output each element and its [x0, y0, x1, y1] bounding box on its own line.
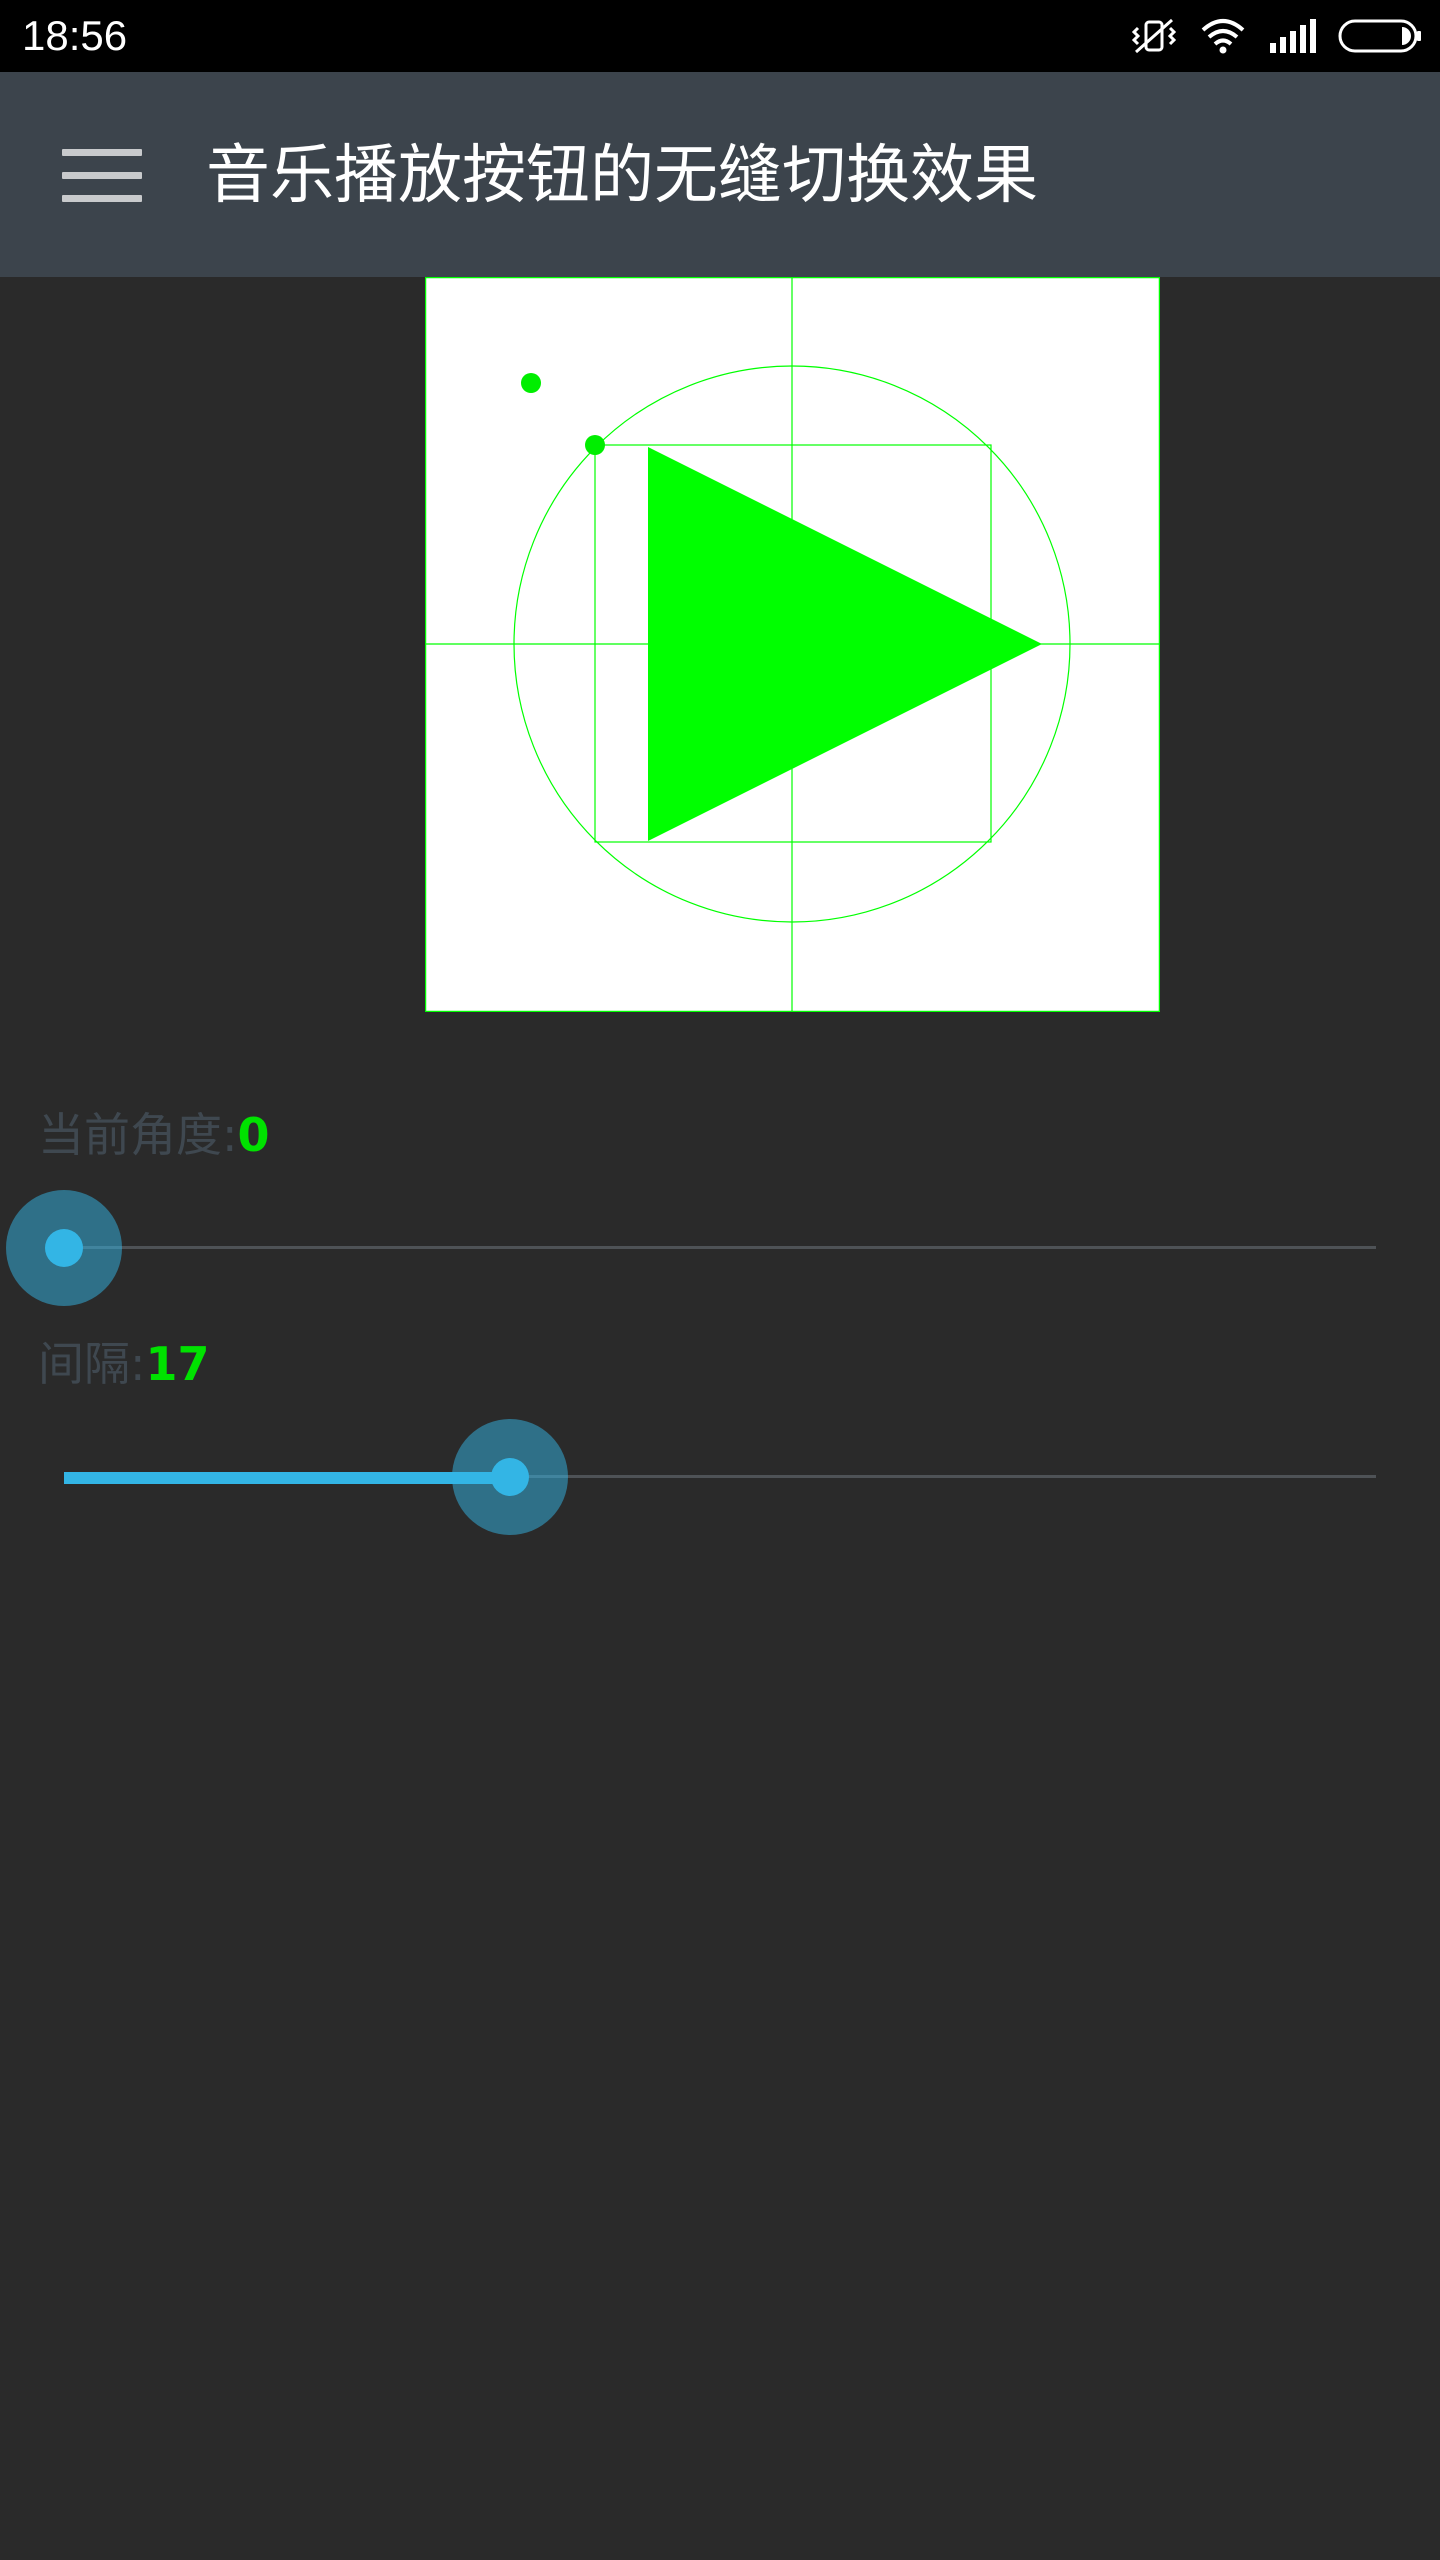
gap-slider-fill — [64, 1472, 511, 1484]
angle-slider-track[interactable] — [64, 1246, 1376, 1249]
status-bar: 18:56 — [0, 0, 1440, 72]
gap-slider-thumb[interactable] — [491, 1458, 530, 1496]
wifi-icon — [1200, 18, 1246, 54]
angle-slider[interactable] — [0, 1190, 1440, 1306]
gap-label: 间隔:17 — [38, 1334, 210, 1394]
status-icons — [1130, 14, 1422, 58]
vibrate-off-icon — [1130, 16, 1178, 56]
status-time: 18:56 — [22, 12, 128, 59]
gap-label-name: 间隔: — [38, 1337, 146, 1391]
screen: 18:56 音乐播放按钮的无缝切换效果 当前角度:0 间隔:17 — [0, 0, 1440, 2560]
menu-button[interactable] — [50, 132, 154, 218]
hamburger-menu-icon — [62, 148, 142, 156]
play-button-canvas[interactable] — [425, 277, 1160, 1012]
hamburger-menu-icon-bar — [62, 171, 142, 179]
gap-value: 17 — [145, 1337, 210, 1391]
control-point-dot — [521, 373, 541, 393]
angle-label: 当前角度:0 — [38, 1105, 270, 1165]
angle-value: 0 — [237, 1108, 270, 1162]
app-bar: 音乐播放按钮的无缝切换效果 — [0, 72, 1440, 277]
gap-slider[interactable] — [0, 1419, 1440, 1535]
angle-label-name: 当前角度: — [38, 1108, 238, 1162]
anchor-point-dot — [585, 435, 605, 455]
page-title: 音乐播放按钮的无缝切换效果 — [206, 139, 1038, 213]
hamburger-menu-icon-bar — [62, 194, 142, 202]
battery-icon — [1338, 19, 1422, 53]
angle-slider-thumb[interactable] — [45, 1229, 83, 1267]
canvas-drawing — [425, 277, 1160, 1012]
signal-icon — [1268, 19, 1316, 53]
